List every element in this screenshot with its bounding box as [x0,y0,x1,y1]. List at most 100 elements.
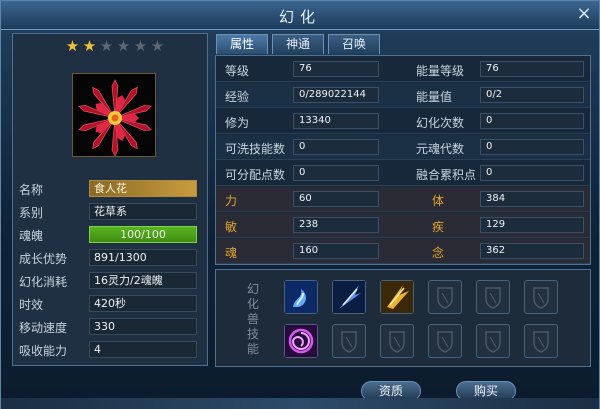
attribute-label: 念 [432,246,445,260]
blue-wave-skill-icon [285,281,317,317]
pet-stat-label: 时效 [19,298,44,312]
blue-slash-skill-icon [333,281,365,317]
tab-summon[interactable]: 召唤 [328,34,380,54]
attribute-value: 0 [480,113,584,129]
attribute-row: 敏 238 疾 129 [216,213,590,238]
attribute-value: 160 [293,243,379,259]
empty-slot-icon [429,281,461,317]
attribute-row: 等级 76 能量等级 76 [216,57,590,82]
attribute-value: 76 [293,61,379,77]
attribute-row: 经验 0/289022144 能量值 0/2 [216,83,590,108]
tab-bar: 属性 神通 召唤 [216,34,380,54]
pet-stat-value: 花草系 [89,203,197,220]
attribute-value: 0/2 [480,87,584,103]
transform-window: 幻化 × ★ ★ ★ ★ ★ ★ 名称 食人花 系别 花草系 魂魄 100/10… [0,0,600,409]
bottom-frame-decoration [1,398,599,409]
pet-stat-row: 移动速度 330 [13,316,209,338]
pet-stat-row: 幻化消耗 16灵力/2魂魄 [13,270,209,292]
empty-slot-icon [525,325,557,361]
star-filled-icon: ★ [82,37,97,55]
pet-stat-row: 系别 花草系 [13,201,209,223]
attribute-value: 0 [293,165,379,181]
empty-skill-slot[interactable] [476,280,510,314]
star-rating: ★ ★ ★ ★ ★ ★ [65,37,165,57]
pet-portrait [72,73,156,157]
attribute-label: 能量等级 [416,64,465,78]
purple-vortex-skill-icon [285,325,317,361]
pet-stat-row: 名称 食人花 [13,178,209,200]
attribute-value: 362 [480,243,584,259]
attribute-label: 可分配点数 [225,168,286,182]
pet-stat-value: 16灵力/2魂魄 [89,272,197,289]
pet-stat-row: 魂魄 100/100 [13,224,209,246]
attribute-value: 0 [480,165,584,181]
star-empty-icon: ★ [133,37,148,55]
attribute-label: 经验 [225,90,250,104]
attribute-label: 可洗技能数 [225,142,286,156]
attribute-label: 等级 [225,64,250,78]
pet-stat-row: 吸收能力 4 [13,339,209,361]
attribute-label: 修为 [225,116,250,130]
empty-skill-slot[interactable] [428,280,462,314]
attribute-label: 魂 [225,246,238,260]
pet-stat-label: 吸收能力 [19,344,68,358]
attribute-value: 76 [480,61,584,77]
skill-panel: 幻化兽技能 [215,269,591,367]
tab-attributes[interactable]: 属性 [216,34,268,54]
pet-stat-value: 891/1300 [89,249,197,266]
attribute-label: 敏 [225,220,238,234]
empty-skill-slot[interactable] [428,324,462,358]
pet-stat-label: 成长优势 [19,252,68,266]
star-empty-icon: ★ [116,37,131,55]
attribute-value: 0/289022144 [293,87,379,103]
pet-stat-value: 100/100 [89,226,197,243]
empty-skill-slot[interactable] [524,280,558,314]
skill-slot[interactable] [332,280,366,314]
empty-skill-slot[interactable] [476,324,510,358]
empty-slot-icon [333,325,365,361]
pet-stat-value: 4 [89,341,197,358]
pet-stat-label: 名称 [19,183,44,197]
star-empty-icon: ★ [150,37,165,55]
skill-slot[interactable] [380,280,414,314]
skill-panel-label: 幻化兽技能 [246,282,259,356]
pet-stat-value: 食人花 [89,180,197,197]
empty-skill-slot[interactable] [332,324,366,358]
pet-stat-label: 系别 [19,206,44,220]
empty-slot-icon [477,281,509,317]
attribute-value: 0 [293,139,379,155]
gold-claw-skill-icon [381,281,413,317]
skill-slot[interactable] [284,324,318,358]
attribute-panel: 等级 76 能量等级 76 经验 0/289022144 能量值 0/2 修为 13340 幻化次数… [215,55,591,265]
attribute-value: 129 [480,217,584,233]
empty-skill-slot[interactable] [380,324,414,358]
attribute-label: 能量值 [416,90,453,104]
tab-abilities[interactable]: 神通 [272,34,324,54]
pet-stat-row: 时效 420秒 [13,293,209,315]
empty-slot-icon [429,325,461,361]
attribute-value: 238 [293,217,379,233]
attribute-label: 融合累积点 [416,168,477,182]
empty-slot-icon [477,325,509,361]
attribute-row: 力 60 体 384 [216,187,590,212]
attribute-row: 修为 13340 幻化次数 0 [216,109,590,134]
pet-stat-value: 420秒 [89,295,197,312]
attribute-row: 可分配点数 0 融合累积点 0 [216,161,590,186]
pet-stat-label: 幻化消耗 [19,275,68,289]
pet-stat-label: 移动速度 [19,321,68,335]
attribute-value: 13340 [293,113,379,129]
attribute-value: 384 [480,191,584,207]
pet-stat-value: 330 [89,318,197,335]
empty-skill-slot[interactable] [524,324,558,358]
skill-slot[interactable] [284,280,318,314]
attribute-label: 幻化次数 [416,116,465,130]
attribute-value: 0 [480,139,584,155]
attribute-label: 体 [432,194,445,208]
attribute-value: 60 [293,191,379,207]
close-icon[interactable]: × [575,5,593,23]
empty-slot-icon [381,325,413,361]
pet-stat-row: 成长优势 891/1300 [13,247,209,269]
title-bar: 幻化 × [1,1,599,30]
pet-info-panel: ★ ★ ★ ★ ★ ★ 名称 食人花 系别 花草系 魂魄 100/100 成长优… [12,33,208,366]
pet-stat-label: 魂魄 [19,229,44,243]
